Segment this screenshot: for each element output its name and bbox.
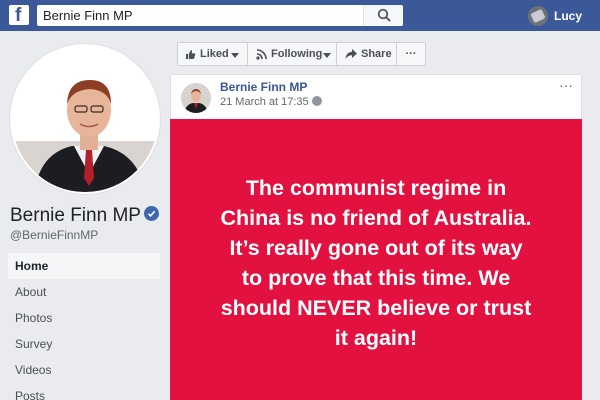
user-name: Lucy	[554, 9, 583, 23]
nav-item-photos[interactable]: Photos	[8, 305, 160, 331]
chevron-down-icon	[231, 53, 239, 58]
nav-item-survey[interactable]: Survey	[8, 331, 160, 357]
rss-icon	[256, 49, 267, 60]
nav-item-home[interactable]: Home	[8, 253, 160, 279]
post-card: Bernie Finn MP 21 March at 17:35 ··· The…	[170, 74, 582, 400]
thumbs-up-icon	[186, 50, 196, 59]
nav-item-about[interactable]: About	[8, 279, 160, 305]
nav-item-posts[interactable]: Posts	[8, 383, 160, 400]
top-bar: f Lucy	[0, 0, 600, 31]
liked-button[interactable]: Liked	[177, 42, 248, 66]
more-options-button[interactable]: ···	[396, 42, 426, 66]
user-avatar	[528, 6, 548, 26]
following-button[interactable]: Following	[247, 42, 337, 66]
verified-badge-icon	[143, 206, 159, 222]
post-options-button[interactable]: ···	[559, 77, 573, 93]
page-handle[interactable]: @BernieFinnMP	[10, 228, 98, 242]
search-button[interactable]	[363, 5, 403, 26]
share-arrow-icon	[345, 49, 357, 59]
page-name: Bernie Finn MP	[10, 205, 141, 226]
facebook-logo-icon[interactable]: f	[9, 5, 29, 26]
post-image-text: The communist regime in China is no frie…	[220, 176, 532, 350]
share-button[interactable]: Share	[336, 42, 397, 66]
post-image[interactable]: The communist regime in China is no frie…	[170, 119, 582, 400]
page-name-heading: Bernie Finn MP	[10, 205, 159, 227]
post-timestamp[interactable]: 21 March at 17:35	[220, 96, 322, 108]
post-author-name[interactable]: Bernie Finn MP	[220, 80, 307, 94]
chevron-down-icon	[323, 53, 331, 58]
post-author-avatar[interactable]	[181, 83, 211, 113]
profile-photo-image	[12, 46, 158, 192]
search-box	[37, 5, 403, 26]
search-icon	[377, 8, 391, 22]
search-input[interactable]	[37, 5, 367, 26]
nav-item-videos[interactable]: Videos	[8, 357, 160, 383]
profile-picture[interactable]	[10, 44, 160, 194]
author-photo-image	[181, 83, 211, 113]
globe-icon	[311, 96, 322, 107]
page-nav: Home About Photos Survey Videos Posts	[8, 253, 160, 400]
